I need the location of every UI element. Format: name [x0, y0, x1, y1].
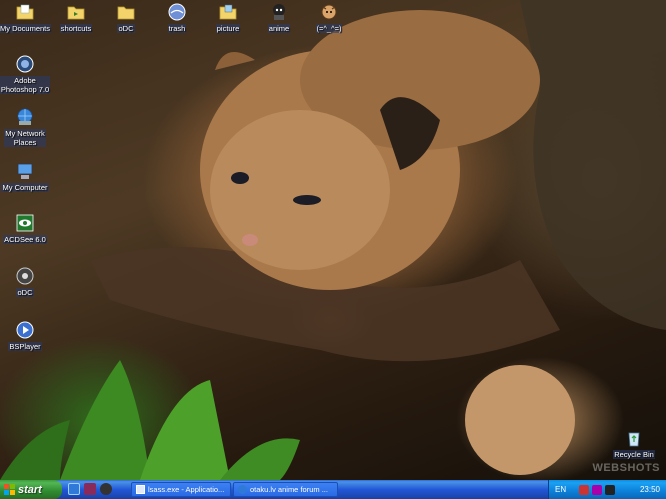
label-line: Photoshop 7.0: [0, 85, 50, 94]
taskbar: start lsass.exe - Applicatio... otaku.lv…: [0, 480, 666, 499]
tray-app-icon[interactable]: [579, 484, 590, 495]
label-line: Places: [13, 138, 37, 147]
internet-explorer-icon[interactable]: [68, 483, 80, 495]
desktop-icon-recycle-bin[interactable]: Recycle Bin: [606, 428, 662, 459]
desktop-icon-shortcuts[interactable]: shortcuts: [48, 2, 104, 33]
label-line: My Network: [5, 129, 45, 138]
desktop-wallpaper: [0, 0, 666, 480]
taskbar-button-lsass[interactable]: lsass.exe - Applicatio...: [131, 482, 231, 497]
desktop-icon-odc[interactable]: oDC: [0, 266, 53, 297]
folder-icon: [117, 6, 135, 20]
desktop-icon-anime[interactable]: anime: [251, 2, 307, 33]
windows-flag-icon: [4, 484, 15, 495]
acdsee-icon: [16, 214, 34, 232]
media-icon[interactable]: [84, 483, 96, 495]
anime-icon: [273, 4, 285, 20]
wallpaper-lynx-kitten-image: [0, 0, 666, 480]
webshots-watermark: WEBSHOTS: [592, 462, 660, 474]
language-indicator[interactable]: EN: [555, 485, 566, 494]
system-tray: EN 23:50: [548, 480, 666, 499]
photoshop-icon: [16, 55, 34, 73]
trash-orb-icon: [168, 3, 186, 21]
folder-shortcuts-icon: [67, 6, 85, 20]
odc-icon: [16, 267, 34, 285]
start-button[interactable]: start: [0, 480, 62, 499]
recycle-bin-icon: [628, 432, 640, 447]
task-label: lsass.exe - Applicatio...: [148, 485, 225, 494]
tray-app-icon[interactable]: [592, 484, 603, 495]
desktop-icon-cat-face[interactable]: (=^_^=): [301, 2, 357, 33]
folder-documents-icon: [16, 4, 34, 20]
browser-icon: [238, 485, 247, 494]
tray-camera-icon[interactable]: [605, 484, 616, 495]
my-computer-icon: [17, 163, 33, 179]
desktop-icon-adobe-photoshop[interactable]: Adobe Photoshop 7.0: [0, 54, 53, 94]
desktop-icon-acdsee[interactable]: ACDSee 6.0: [0, 213, 53, 244]
window-icon: [136, 485, 145, 494]
desktop-icon-my-network-places[interactable]: My Network Places: [0, 107, 53, 147]
bsplayer-icon: [16, 321, 34, 339]
player-icon[interactable]: [100, 483, 112, 495]
network-places-icon: [17, 108, 33, 125]
taskbar-button-otaku-forum[interactable]: otaku.lv anime forum ...: [233, 482, 338, 497]
start-label: start: [18, 483, 42, 496]
task-label: otaku.lv anime forum ...: [250, 485, 328, 494]
taskbar-clock[interactable]: 23:50: [640, 485, 660, 494]
quick-launch-bar: [68, 483, 112, 495]
desktop-icon-picture[interactable]: picture: [200, 2, 256, 33]
desktop-icon-odc-folder[interactable]: oDC: [98, 2, 154, 33]
folder-picture-icon: [219, 4, 237, 20]
desktop-icon-bsplayer[interactable]: BSPlayer: [0, 320, 53, 351]
desktop-icon-my-computer[interactable]: My Computer: [0, 161, 53, 192]
label-line: Adobe: [14, 76, 36, 85]
desktop-icon-trash[interactable]: trash: [149, 2, 205, 33]
cat-face-icon: [321, 4, 337, 20]
desktop-icon-my-documents[interactable]: My Documents: [0, 2, 53, 33]
